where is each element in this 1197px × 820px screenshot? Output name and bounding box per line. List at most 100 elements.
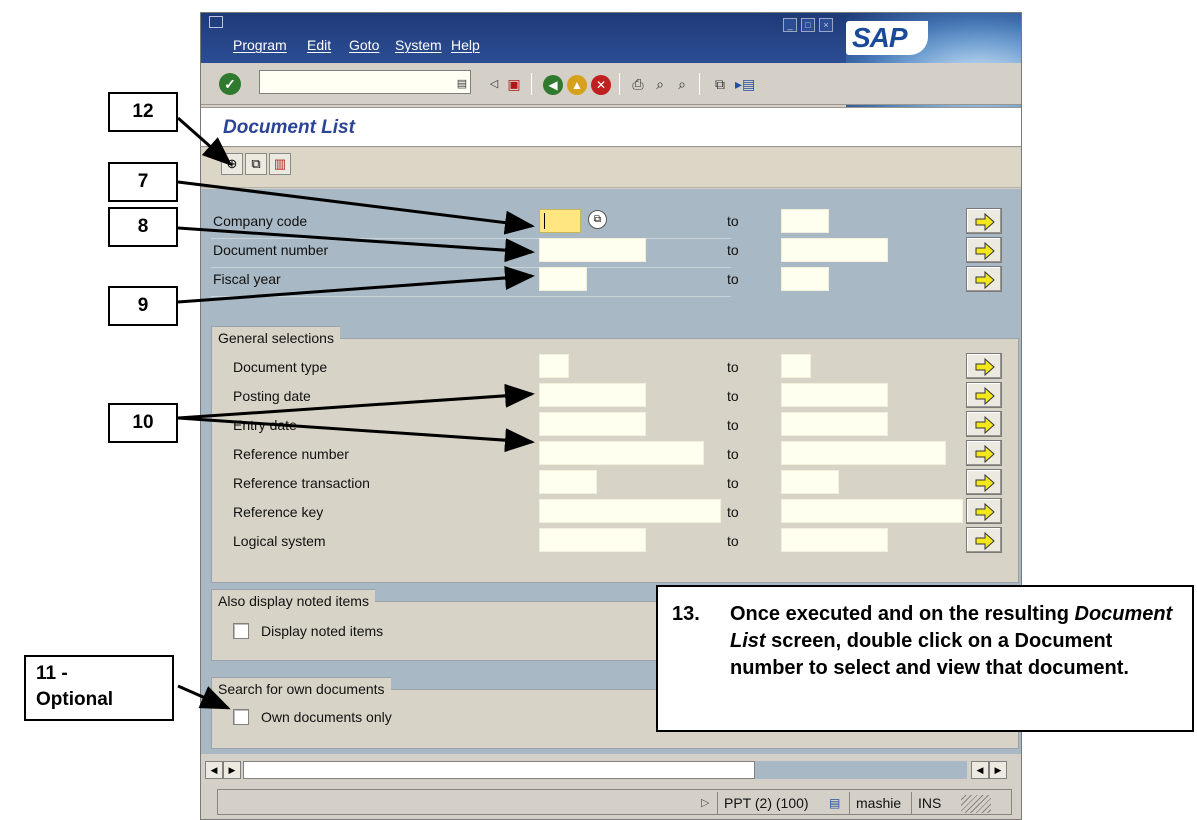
document-number-to-field[interactable] [781,238,888,262]
cancel-icon[interactable]: ✕ [591,75,611,95]
create-session-icon[interactable]: ⧉ [711,75,729,93]
annotation-11-optional: 11 - Optional [24,655,174,721]
command-history-icon[interactable]: ▤ [453,75,471,93]
scroll-right-icon[interactable]: ▶ [223,761,241,779]
multiple-selection-button[interactable] [966,469,1002,495]
menu-help[interactable]: Help [451,37,480,53]
expand-left-icon[interactable]: ◁ [485,75,503,93]
multiple-selection-button[interactable] [966,208,1002,234]
multiple-selection-button[interactable] [966,266,1002,292]
company-code-from-field[interactable] [539,209,581,233]
posting-date-from-field[interactable] [539,383,646,407]
close-icon[interactable]: × [819,18,833,32]
system-info: PPT (2) (100) [717,792,809,814]
print-icon[interactable]: ⎙ [629,75,647,93]
fiscal-year-from-field[interactable] [539,267,587,291]
find-next-icon[interactable]: ⌕ [673,75,691,93]
command-field[interactable] [259,70,471,94]
status-expand-icon[interactable]: ▷ [701,792,709,814]
to-label: to [727,271,739,287]
arrow-right-icon [975,242,995,260]
execute-icon[interactable]: ⊕ [221,153,243,175]
annotation-7: 7 [108,162,178,202]
display-noted-items-checkbox[interactable] [233,623,249,639]
scroll-right-icon[interactable]: ▶ [989,761,1007,779]
arrow-right-icon [975,445,995,463]
to-label: to [727,446,739,462]
back-icon[interactable]: ◀ [543,75,563,95]
scroll-left-icon[interactable]: ◀ [971,761,989,779]
reference-number-from-field[interactable] [539,441,704,465]
menu-goto[interactable]: Goto [349,37,379,53]
to-label: to [727,475,739,491]
multiple-selection-button[interactable] [966,382,1002,408]
save-icon[interactable]: ▣ [505,75,523,93]
reference-key-to-field[interactable] [781,499,963,523]
user-name: mashie [849,792,901,814]
multiple-selection-button[interactable] [966,353,1002,379]
sap-logo: SAP [846,21,928,55]
reference-number-to-field[interactable] [781,441,946,465]
multiple-selection-button[interactable] [966,411,1002,437]
row-divider [211,238,731,239]
page-title: Document List [223,117,355,138]
multiple-selection-button[interactable] [966,440,1002,466]
arrow-right-icon [975,387,995,405]
own-documents-only-label: Own documents only [261,709,392,725]
general-selections-tab: General selections [211,326,340,349]
menu-edit[interactable]: Edit [307,37,331,53]
minimize-icon[interactable]: _ [783,18,797,32]
entry-date-from-field[interactable] [539,412,646,436]
posting-date-to-field[interactable] [781,383,888,407]
entry-date-to-field[interactable] [781,412,888,436]
to-label: to [727,533,739,549]
logical-system-to-field[interactable] [781,528,888,552]
company-code-label: Company code [213,213,308,229]
own-documents-only-checkbox[interactable] [233,709,249,725]
selection-options-icon[interactable]: ▥ [269,153,291,175]
find-icon[interactable]: ⌕ [651,75,669,93]
to-label: to [727,417,739,433]
arrow-right-icon [975,358,995,376]
instruction-note: 13. Once executed and on the resulting D… [656,585,1194,732]
fiscal-year-label: Fiscal year [213,271,281,287]
scroll-left-icon[interactable]: ◀ [205,761,223,779]
menu-system[interactable]: System [395,37,442,53]
get-variant-icon[interactable]: ⧉ [245,153,267,175]
document-number-from-field[interactable] [539,238,646,262]
reference-key-label: Reference key [233,504,324,520]
annotation-12: 12 [108,92,178,132]
multiple-selection-button[interactable] [966,527,1002,553]
document-type-to-field[interactable] [781,354,811,378]
multiple-selection-button[interactable] [966,237,1002,263]
document-number-label: Document number [213,242,329,258]
scrollbar-track[interactable] [755,761,967,779]
system-menu-icon[interactable] [209,16,223,28]
company-code-to-field[interactable] [781,209,829,233]
reference-key-from-field[interactable] [539,499,721,523]
to-label: to [727,242,739,258]
enter-icon[interactable]: ✓ [219,73,241,95]
display-noted-items-label: Display noted items [261,623,384,639]
reference-number-label: Reference number [233,446,349,462]
system-info-icon[interactable]: ▤ [829,792,840,814]
reference-transaction-label: Reference transaction [233,475,370,491]
exit-icon[interactable]: ▲ [567,75,587,95]
fiscal-year-to-field[interactable] [781,267,829,291]
logical-system-from-field[interactable] [539,528,646,552]
resize-grip[interactable] [961,795,991,813]
multiple-selection-button[interactable] [966,498,1002,524]
note-number: 13. [672,603,700,625]
reference-transaction-to-field[interactable] [781,470,839,494]
maximize-icon[interactable]: □ [801,18,815,32]
reference-transaction-from-field[interactable] [539,470,597,494]
possible-entries-icon[interactable]: ⧉ [588,210,607,229]
document-type-from-field[interactable] [539,354,569,378]
application-toolbar [201,148,1021,188]
annotation-8: 8 [108,207,178,247]
shortcut-icon[interactable]: ▸▤ [735,75,755,93]
noted-items-tab: Also display noted items [211,589,375,612]
menu-program[interactable]: Program [233,37,287,53]
scrollbar-thumb[interactable] [243,761,755,779]
arrow-right-icon [975,532,995,550]
